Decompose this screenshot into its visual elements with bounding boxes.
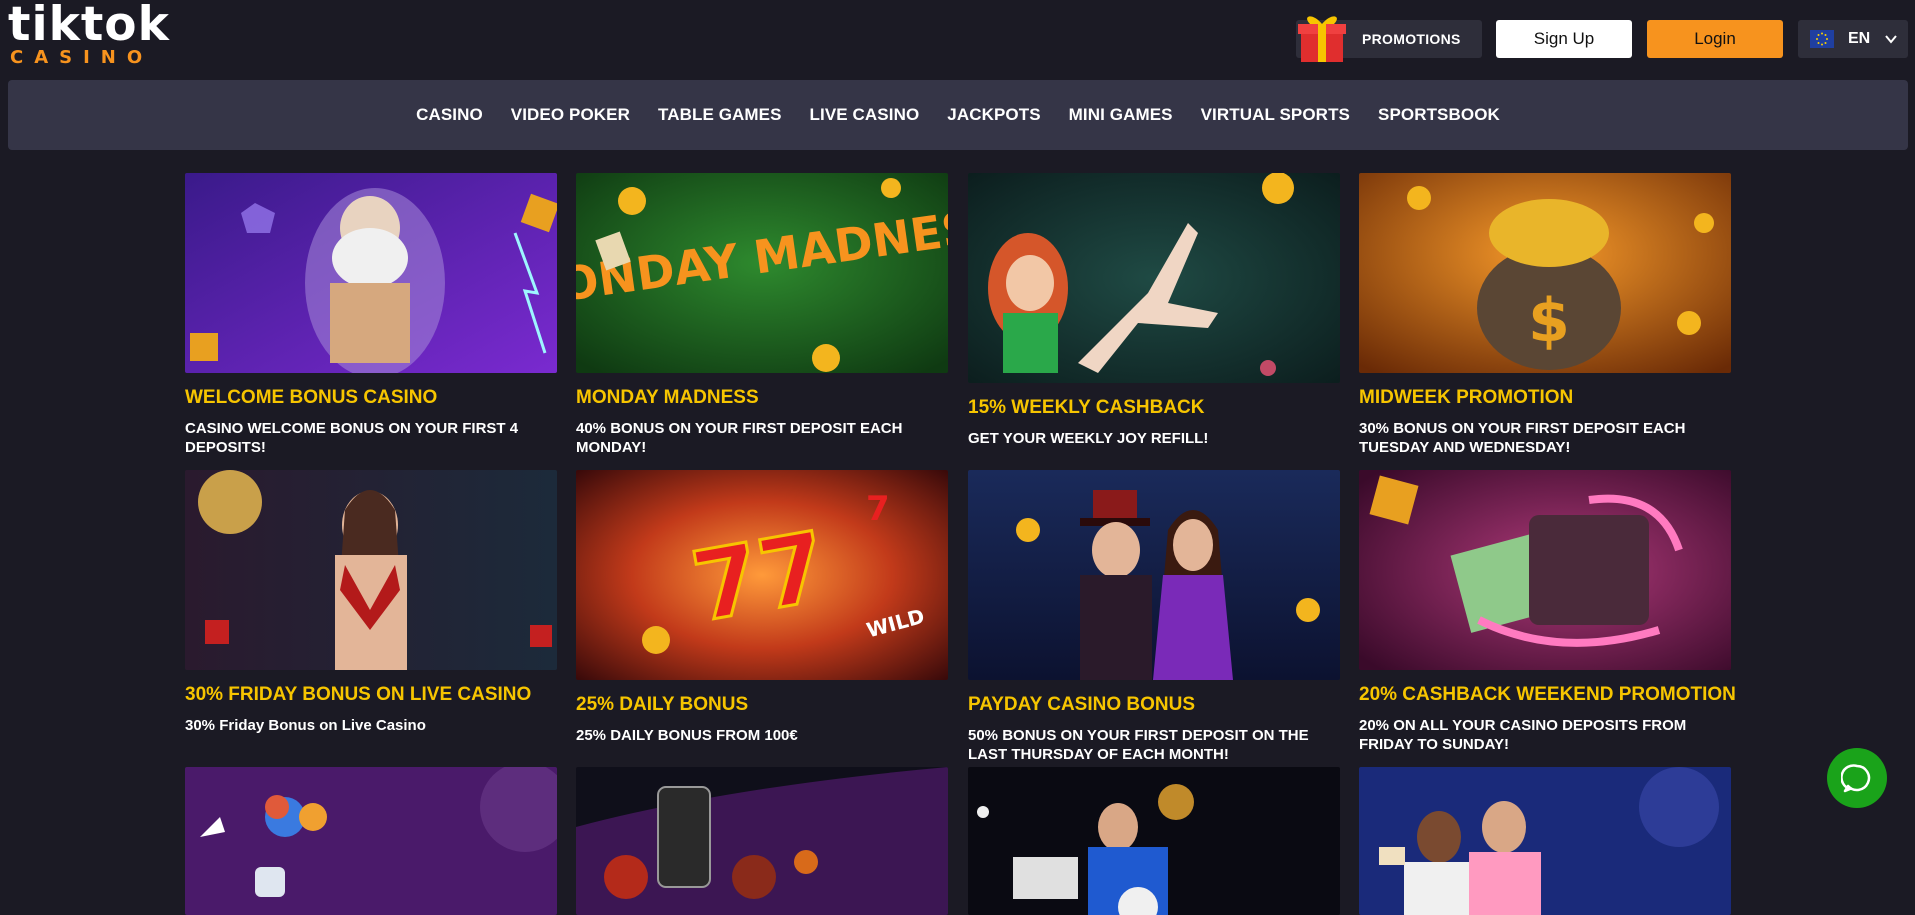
promo-description: 30% Friday Bonus on Live Casino <box>185 717 426 734</box>
promo-image <box>185 767 557 915</box>
logo-wordmark: tiktok <box>8 0 170 52</box>
promo-title: WELCOME BONUS CASINO <box>185 387 438 408</box>
promo-description: CASINO WELCOME BONUS ON YOUR FIRST 4 DEP… <box>185 420 519 456</box>
promo-description: 20% ON ALL YOUR CASINO DEPOSITS FROM FRI… <box>1359 717 1687 753</box>
eu-flag-icon <box>1810 30 1834 48</box>
promo-title: 30% FRIDAY BONUS ON LIVE CASINO <box>185 684 532 705</box>
svg-text:77: 77 <box>684 510 835 643</box>
nav-item-live-casino[interactable]: LIVE CASINO <box>810 105 920 125</box>
promo-title: MONDAY MADNESS <box>576 387 759 408</box>
gift-icon <box>1298 16 1346 62</box>
promo-image <box>968 173 1340 383</box>
promotions-label: PROMOTIONS <box>1362 31 1461 47</box>
promo-title: 15% WEEKLY CASHBACK <box>968 397 1205 418</box>
promo-title: 25% DAILY BONUS <box>576 694 749 715</box>
svg-text:7: 7 <box>866 489 890 529</box>
site-header: tiktok CASINO PROMOTIONS Sign Up Login E… <box>0 0 1915 80</box>
promo-description: 40% BONUS ON YOUR FIRST DEPOSIT EACH MON… <box>576 420 903 456</box>
nav-item-mini-games[interactable]: MINI GAMES <box>1069 105 1173 125</box>
promotions-button[interactable]: PROMOTIONS <box>1296 16 1482 62</box>
promo-description: GET YOUR WEEKLY JOY REFILL! <box>968 430 1209 447</box>
sign-up-button[interactable]: Sign Up <box>1496 20 1632 58</box>
nav-item-sportsbook[interactable]: SPORTSBOOK <box>1378 105 1500 125</box>
logo[interactable]: tiktok CASINO <box>8 0 178 72</box>
promo-title: MIDWEEK PROMOTION <box>1359 387 1574 408</box>
logo-subtitle: CASINO <box>10 47 154 68</box>
promo-title: 20% CASHBACK WEEKEND PROMOTION <box>1359 684 1736 705</box>
promo-image: 77 WILD 7 <box>576 470 948 680</box>
language-selector[interactable]: EN <box>1798 20 1908 58</box>
chevron-down-icon <box>1885 35 1897 44</box>
promo-description: 30% BONUS ON YOUR FIRST DEPOSIT EACH TUE… <box>1359 420 1686 456</box>
login-button[interactable]: Login <box>1647 20 1783 58</box>
promo-image <box>185 470 557 670</box>
promo-image <box>968 470 1340 680</box>
language-label: EN <box>1848 30 1871 47</box>
nav-item-table-games[interactable]: TABLE GAMES <box>658 105 782 125</box>
promo-image: $ <box>1359 173 1731 373</box>
promo-image <box>1359 470 1731 670</box>
nav-item-video-poker[interactable]: VIDEO POKER <box>511 105 630 125</box>
promo-image: MONDAY MADNESS <box>576 173 948 373</box>
promo-title: PAYDAY CASINO BONUS <box>968 694 1196 715</box>
promo-image <box>1359 767 1731 915</box>
chat-bubble-icon <box>1841 764 1871 793</box>
nav-item-casino[interactable]: CASINO <box>416 105 483 125</box>
nav-item-jackpots[interactable]: JACKPOTS <box>947 105 1040 125</box>
svg-text:$: $ <box>1528 286 1570 356</box>
nav-item-virtual-sports[interactable]: VIRTUAL SPORTS <box>1201 105 1350 125</box>
chat-button[interactable] <box>1827 748 1887 808</box>
main-nav: CASINO VIDEO POKER TABLE GAMES LIVE CASI… <box>8 80 1908 150</box>
promo-description: 25% DAILY BONUS FROM 100€ <box>576 727 798 744</box>
promo-description: 50% BONUS ON YOUR FIRST DEPOSIT ON THE L… <box>968 727 1309 763</box>
promo-image <box>968 767 1340 915</box>
promo-image <box>185 173 557 373</box>
promo-image <box>576 767 948 915</box>
